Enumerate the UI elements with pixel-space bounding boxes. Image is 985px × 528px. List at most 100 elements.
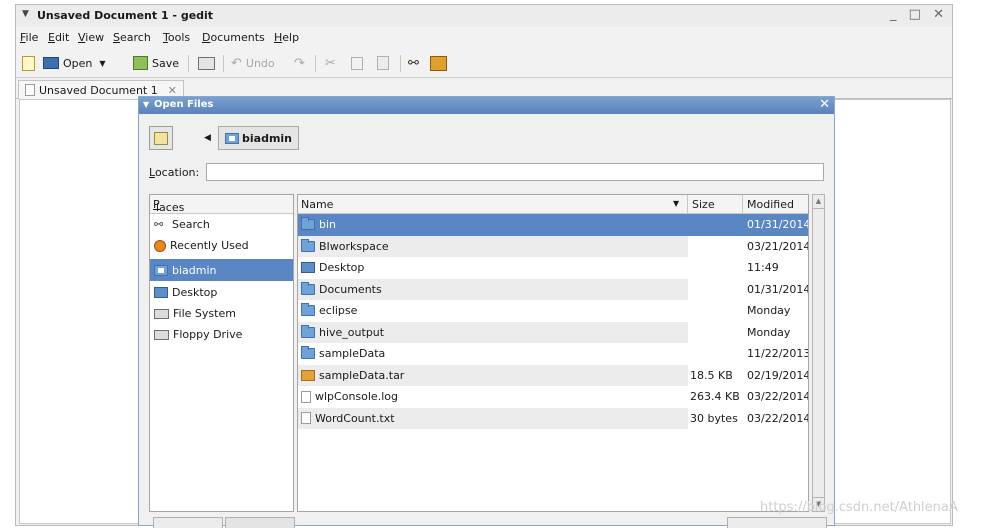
- undo-label: Undo: [245, 56, 275, 70]
- file-filter-combo[interactable]: [727, 517, 827, 528]
- folder-icon: [301, 217, 315, 231]
- file-size: 18.5 KB: [690, 368, 733, 382]
- title-bar[interactable]: ▼ Unsaved Document 1 - gedit _ □ ✕: [16, 5, 952, 27]
- column-header-name[interactable]: Name: [301, 198, 333, 211]
- text-file-icon: [301, 412, 311, 425]
- place-file-system[interactable]: File System: [150, 303, 293, 324]
- file-row[interactable]: eclipse Monday: [298, 300, 808, 322]
- file-modified: Monday: [747, 304, 791, 318]
- document-tab-label: Unsaved Document 1: [39, 83, 158, 97]
- location-label: Location:: [149, 166, 200, 179]
- new-button[interactable]: [22, 54, 35, 72]
- text-file-icon: [301, 390, 311, 403]
- file-name: BIworkspace: [319, 239, 389, 253]
- add-bookmark-button[interactable]: [153, 517, 223, 528]
- file-modified: 03/22/2014: [747, 390, 809, 404]
- file-row[interactable]: Desktop 11:49: [298, 257, 808, 279]
- menu-documents[interactable]: Documents: [202, 31, 265, 44]
- file-size: 263.4 KB: [690, 390, 740, 404]
- find-replace-button[interactable]: [430, 54, 447, 72]
- file-size: [690, 257, 743, 279]
- file-modified: 02/19/2014: [747, 368, 809, 382]
- places-header[interactable]: Places: [150, 195, 293, 214]
- dialog-title-bar[interactable]: ▼ Open Files ✕: [139, 97, 834, 114]
- column-divider: [687, 195, 688, 213]
- menu-tools[interactable]: Tools: [163, 31, 190, 44]
- place-search[interactable]: ⚯ Search: [150, 214, 293, 235]
- place-desktop[interactable]: Desktop: [150, 282, 293, 303]
- pencil-icon: [154, 131, 168, 145]
- file-row[interactable]: sampleData 11/22/2013: [298, 343, 808, 365]
- toolbar-separator: [223, 55, 224, 72]
- save-button[interactable]: Save: [133, 54, 179, 72]
- place-biadmin[interactable]: biadmin: [150, 259, 293, 281]
- folder-icon: [301, 346, 315, 360]
- file-size: [690, 236, 743, 258]
- find-button[interactable]: ⚯: [408, 54, 419, 72]
- paste-icon: [377, 56, 389, 70]
- file-row[interactable]: wlpConsole.log 263.4 KB 03/22/2014: [298, 386, 808, 408]
- place-floppy-drive[interactable]: Floppy Drive: [150, 324, 293, 345]
- toolbar-separator: [188, 55, 189, 72]
- file-list: Name ▼ Size Modified bin 01/31/2014 BIwo…: [297, 194, 809, 512]
- file-list-scrollbar[interactable]: ▲ ▼: [812, 194, 825, 512]
- sort-arrow-icon[interactable]: ▼: [673, 199, 679, 208]
- path-button-biadmin[interactable]: biadmin: [218, 126, 300, 150]
- file-row[interactable]: bin 01/31/2014: [298, 214, 808, 236]
- file-modified: 11:49: [747, 261, 779, 275]
- file-name: bin: [319, 218, 337, 232]
- type-location-toggle-button[interactable]: [149, 126, 173, 150]
- paste-button[interactable]: [377, 54, 389, 72]
- column-header-size[interactable]: Size: [692, 198, 715, 211]
- find-replace-icon: [430, 55, 447, 71]
- file-row[interactable]: BIworkspace 03/21/2014: [298, 235, 809, 258]
- file-row[interactable]: Documents 01/31/2014: [298, 278, 808, 300]
- file-modified: 03/21/2014: [747, 239, 809, 253]
- menu-view[interactable]: View: [78, 31, 104, 44]
- home-folder-icon: [225, 132, 239, 144]
- document-icon: [25, 84, 35, 96]
- column-header-modified[interactable]: Modified: [747, 198, 794, 211]
- file-modified: 03/22/2014: [747, 411, 809, 425]
- location-input[interactable]: [206, 163, 824, 181]
- toolbar: Open ▼ Save ↶ Undo ↷ ✂ ⚯: [16, 49, 952, 78]
- open-dropdown-icon[interactable]: ▼: [99, 59, 105, 68]
- recent-icon: [154, 239, 166, 252]
- menu-help[interactable]: Help: [274, 31, 299, 44]
- remove-bookmark-button[interactable]: [225, 517, 295, 528]
- undo-icon: ↶: [231, 55, 242, 71]
- copy-button[interactable]: [351, 54, 363, 72]
- dialog-close-icon[interactable]: ✕: [819, 97, 830, 112]
- file-name: Documents: [319, 282, 382, 296]
- dialog-menu-arrow-icon[interactable]: ▼: [143, 100, 149, 109]
- save-label: Save: [152, 56, 180, 70]
- desktop-icon: [154, 287, 168, 298]
- menu-search[interactable]: Search: [113, 31, 151, 44]
- file-row[interactable]: hive_output Monday: [298, 321, 808, 343]
- open-button[interactable]: Open ▼: [43, 54, 106, 72]
- close-tab-icon[interactable]: ✕: [168, 84, 177, 97]
- file-row[interactable]: WordCount.txt 30 bytes 03/22/2014: [298, 407, 809, 429]
- place-recently-used[interactable]: Recently Used: [150, 235, 293, 256]
- print-button[interactable]: [198, 54, 215, 72]
- scroll-up-arrow-icon[interactable]: ▲: [813, 195, 824, 209]
- desktop-icon: [301, 262, 315, 274]
- file-name: Desktop: [319, 261, 365, 275]
- menu-file[interactable]: File: [20, 31, 38, 44]
- place-label: Floppy Drive: [173, 328, 243, 341]
- file-name: eclipse: [319, 304, 358, 318]
- file-name: WordCount.txt: [315, 411, 395, 425]
- path-back-arrow-icon[interactable]: ◀: [204, 133, 211, 143]
- window-controls[interactable]: _ □ ✕: [890, 7, 948, 22]
- open-label: Open: [63, 56, 93, 70]
- undo-button[interactable]: ↶ Undo: [231, 54, 275, 72]
- redo-button[interactable]: ↷: [294, 54, 305, 72]
- print-icon: [198, 56, 215, 70]
- file-modified: 11/22/2013: [747, 347, 809, 361]
- cut-button[interactable]: ✂: [325, 54, 336, 72]
- folder-icon: [301, 324, 315, 338]
- window-menu-arrow-icon[interactable]: ▼: [22, 9, 29, 19]
- file-row[interactable]: sampleData.tar 18.5 KB 02/19/2014: [298, 364, 809, 386]
- search-icon: ⚯: [154, 217, 164, 231]
- menu-edit[interactable]: Edit: [48, 31, 69, 44]
